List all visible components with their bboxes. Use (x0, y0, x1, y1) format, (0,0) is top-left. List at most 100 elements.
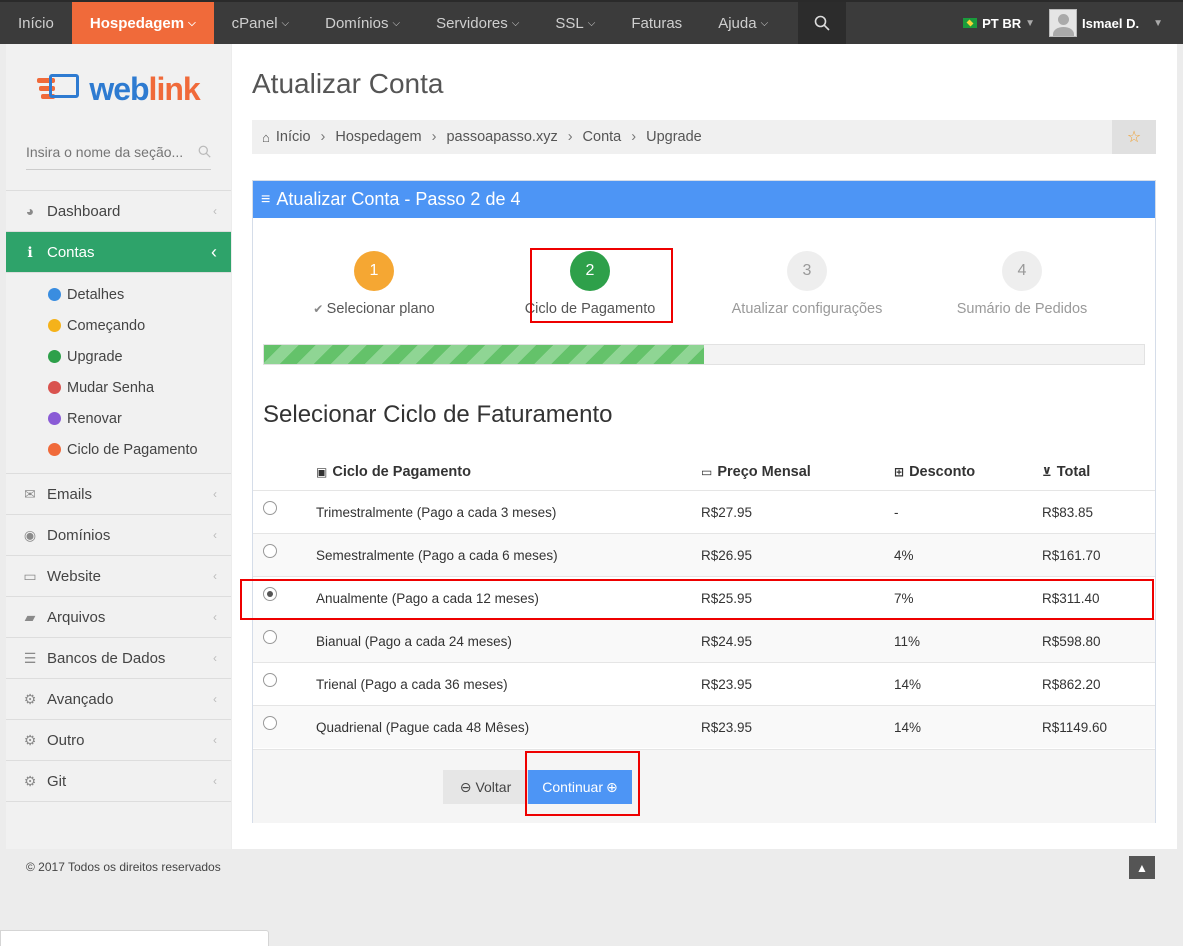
globe-icon: ◉ (23, 526, 37, 543)
sidebar-item-label: Git (47, 772, 67, 790)
sidebar-item-1[interactable]: ℹ Contas ‹ (6, 232, 231, 273)
breadcrumb-item[interactable]: passoapasso.xyz (446, 129, 557, 145)
arrow-right-icon: ⊕ (605, 778, 618, 795)
submenu-item-5[interactable]: Ciclo de Pagamento (48, 434, 231, 465)
gear-icon: ⚙ (23, 731, 37, 748)
cycle-radio[interactable] (263, 543, 277, 558)
submenu-item-1[interactable]: Começando (48, 310, 231, 341)
submenu-icon (48, 350, 61, 363)
sidebar-item-6[interactable]: ☰ Bancos de Dados ‹ (6, 638, 231, 679)
brazil-flag-icon (963, 18, 978, 28)
cycle-radio[interactable] (263, 500, 277, 515)
wizard-step-3: 3 Atualizar configurações (707, 251, 907, 317)
step-label: Atualizar configurações (707, 301, 907, 317)
sidebar-item-label: Emails (47, 485, 93, 503)
progress-fill (264, 345, 704, 364)
table-row[interactable]: Quadrienal (Pague cada 48 Mêses) R$23.95 1… (253, 705, 1155, 748)
weblink-logo[interactable]: weblink (6, 44, 231, 134)
step-label: Sumário de Pedidos (922, 301, 1122, 317)
header-discount: ⊞ Desconto (894, 464, 976, 480)
copyright: © 2017 Todos os direitos reservados (26, 860, 221, 874)
user-menu[interactable]: Ismael D. ▼ (1049, 9, 1183, 37)
step-label-text: Atualizar configurações (731, 301, 883, 317)
chevron-left-icon: ‹ (213, 204, 217, 218)
submenu-item-2[interactable]: Upgrade (48, 341, 231, 372)
chevron-down-icon: ▼ (1025, 17, 1035, 29)
cell-cycle: Trimestralmente (Pago a cada 3 meses) (316, 504, 557, 520)
cell-price: R$23.95 (701, 719, 753, 735)
gift-icon: ⊞ (894, 465, 905, 479)
sidebar-item-label: Dashboard (47, 202, 121, 220)
sidebar-item-label: Bancos de Dados (47, 649, 166, 667)
wizard-progress-bar (263, 344, 1145, 365)
submenu-icon (48, 381, 61, 394)
cell-total: R$83.85 (1042, 504, 1094, 520)
sidebar-item-9[interactable]: ⚙ Git ‹ (6, 761, 231, 802)
scroll-to-top-button[interactable]: ▲ (1129, 856, 1155, 879)
submenu-item-4[interactable]: Renovar (48, 403, 231, 434)
submenu-item-3[interactable]: Mudar Senha (48, 372, 231, 403)
submenu-item-0[interactable]: Detalhes (48, 279, 231, 310)
search-icon (198, 145, 211, 158)
continue-button[interactable]: Continuar ⊕ (528, 770, 632, 804)
search-icon[interactable] (798, 2, 847, 44)
star-icon[interactable]: ☆ (1112, 120, 1156, 154)
cycle-radio[interactable] (263, 586, 277, 601)
sidebar-item-8[interactable]: ⚙ Outro ‹ (6, 720, 231, 761)
sidebar-item-label: Outro (47, 731, 85, 749)
sidebar-item-2[interactable]: ✉ Emails ‹ (6, 474, 231, 515)
monitor-icon: ▭ (23, 567, 37, 584)
submenu-icon (48, 412, 61, 425)
sidebar: weblink ◕ Dashboard ‹ ℹ Contas ‹ Detalhes Começ… (6, 44, 231, 849)
submenu-item-label: Ciclo de Pagamento (67, 441, 198, 458)
back-button[interactable]: ⊖ Voltar (443, 770, 528, 804)
nav-item-7[interactable]: Ajuda ⌵ (700, 2, 786, 44)
sidebar-item-7[interactable]: ⚙ Avançado ‹ (6, 679, 231, 720)
nav-item-6[interactable]: Faturas (613, 2, 700, 44)
nav-item-label: Domínios (325, 14, 389, 32)
chevron-left-icon: ‹ (213, 528, 217, 542)
folder-icon: ▰ (24, 608, 36, 625)
language-selector[interactable]: PT BR ▼ (949, 16, 1049, 31)
cycle-radio[interactable] (263, 715, 277, 730)
sidebar-item-0[interactable]: ◕ Dashboard ‹ (6, 191, 231, 232)
table-row[interactable]: Trienal (Pago a cada 36 meses) R$23.95 14%… (253, 662, 1155, 705)
nav-item-5[interactable]: SSL ⌵ (537, 2, 613, 44)
breadcrumb-item[interactable]: Conta (583, 129, 622, 145)
nav-item-4[interactable]: Servidores ⌵ (418, 2, 537, 44)
table-row[interactable]: Anualmente (Pago a cada 12 meses) R$25.95… (253, 576, 1155, 619)
radio-cell (253, 586, 316, 607)
chevron-down-icon: ⌵ (760, 17, 769, 29)
section-search-input[interactable] (26, 143, 196, 160)
breadcrumb-separator: › (567, 129, 573, 145)
cycle-radio[interactable] (263, 629, 277, 644)
cell-discount: 4% (894, 547, 914, 563)
breadcrumb-item[interactable]: Upgrade (646, 129, 702, 145)
table-row[interactable]: Bianual (Pago a cada 24 meses) R$24.95 11%… (253, 619, 1155, 662)
breadcrumb-item[interactable]: Início (276, 129, 311, 145)
submenu-item-label: Detalhes (67, 286, 125, 303)
nav-item-label: Faturas (631, 14, 683, 32)
header-cycle: ▣ Ciclo de Pagamento (316, 464, 471, 480)
cell-price: R$26.95 (701, 547, 753, 563)
sidebar-item-5[interactable]: ▰ Arquivos ‹ (6, 597, 231, 638)
cycle-radio[interactable] (263, 672, 277, 687)
bottom-tab (0, 930, 269, 946)
table-row[interactable]: Semestralmente (Pago a cada 6 meses) R$26… (253, 533, 1155, 576)
cell-total: R$311.40 (1042, 590, 1100, 606)
chevron-left-icon: ‹ (211, 241, 217, 262)
submenu-item-label: Mudar Senha (67, 379, 155, 396)
cell-discount: 14% (894, 676, 922, 692)
nav-item-1[interactable]: Hospedagem ⌵ (71, 2, 214, 44)
sidebar-item-3[interactable]: ◉ Domínios ‹ (6, 515, 231, 556)
nav-item-3[interactable]: Domínios ⌵ (307, 2, 418, 44)
radio-cell (253, 715, 316, 736)
nav-item-2[interactable]: cPanel ⌵ (214, 2, 307, 44)
breadcrumb-item[interactable]: Hospedagem (335, 129, 421, 145)
sidebar-item-label: Arquivos (47, 608, 106, 626)
table-row[interactable]: Trimestralmente (Pago a cada 3 meses) R$2… (253, 490, 1155, 533)
sidebar-item-4[interactable]: ▭ Website ‹ (6, 556, 231, 597)
cell-discount: 11% (894, 633, 921, 649)
nav-item-0[interactable]: Início (0, 2, 72, 44)
cell-total: R$598.80 (1042, 633, 1101, 649)
